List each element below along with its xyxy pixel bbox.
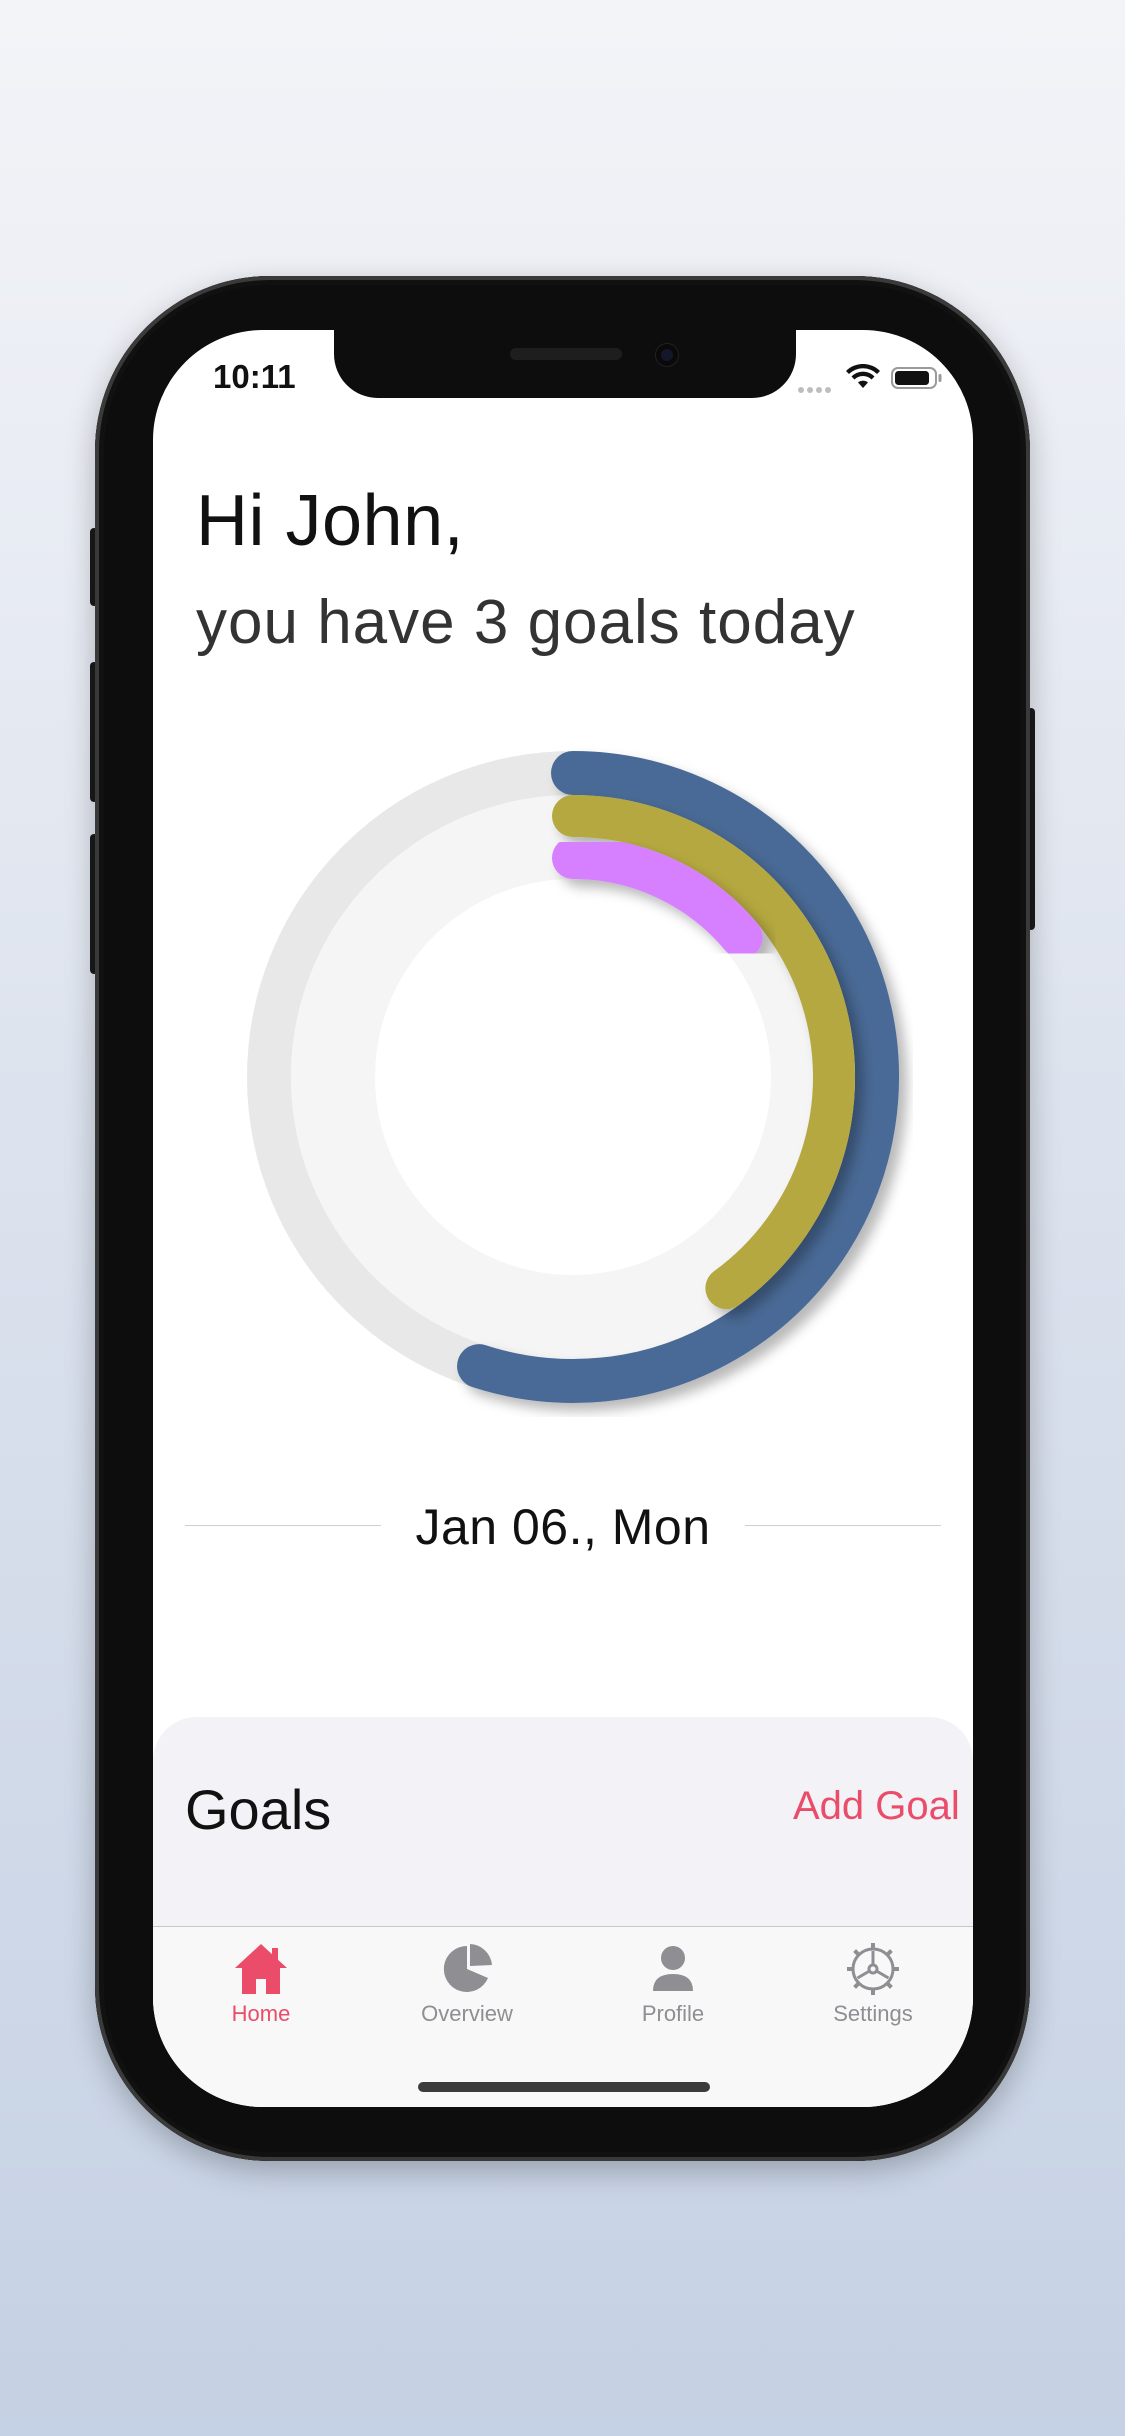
tab-settings-label: Settings [833, 2001, 913, 2026]
status-time: 10:11 [213, 358, 296, 395]
tab-profile[interactable]: Profile [573, 1941, 773, 2051]
tab-bar: Home Overview Profile Settings [153, 1926, 973, 2107]
add-goal-button[interactable]: Add Goal [793, 1784, 960, 1829]
greeting-title: Hi John, [196, 481, 465, 561]
cellular-signal-icon [798, 380, 834, 398]
app-screen: 10:11 Hi John, you have 3 goals today Ja… [153, 330, 973, 2107]
current-date: Jan 06., Mon [415, 1499, 711, 1555]
house-icon [235, 1944, 287, 1994]
home-indicator [418, 2082, 710, 2092]
tab-overview[interactable]: Overview [367, 1941, 567, 2051]
tab-home[interactable]: Home [161, 1941, 361, 2051]
goal-progress-rings [247, 751, 899, 1403]
tab-profile-label: Profile [641, 2001, 705, 2026]
wifi-icon [846, 364, 880, 388]
battery-icon [891, 367, 942, 389]
pie-chart-icon [443, 1944, 492, 1992]
goals-title: Goals [185, 1778, 332, 1841]
tab-home-label: Home [231, 2001, 291, 2026]
tab-settings[interactable]: Settings [773, 1941, 973, 2051]
notch [334, 330, 796, 398]
front-camera [656, 344, 678, 366]
speaker-grille [510, 348, 622, 360]
date-divider: Jan 06., Mon [185, 1490, 941, 1560]
person-icon [653, 1946, 693, 1991]
divider-line-right [745, 1525, 941, 1526]
tab-overview-label: Overview [421, 2001, 513, 2026]
goals-summary: you have 3 goals today [196, 588, 856, 657]
gear-icon [847, 1943, 899, 1995]
